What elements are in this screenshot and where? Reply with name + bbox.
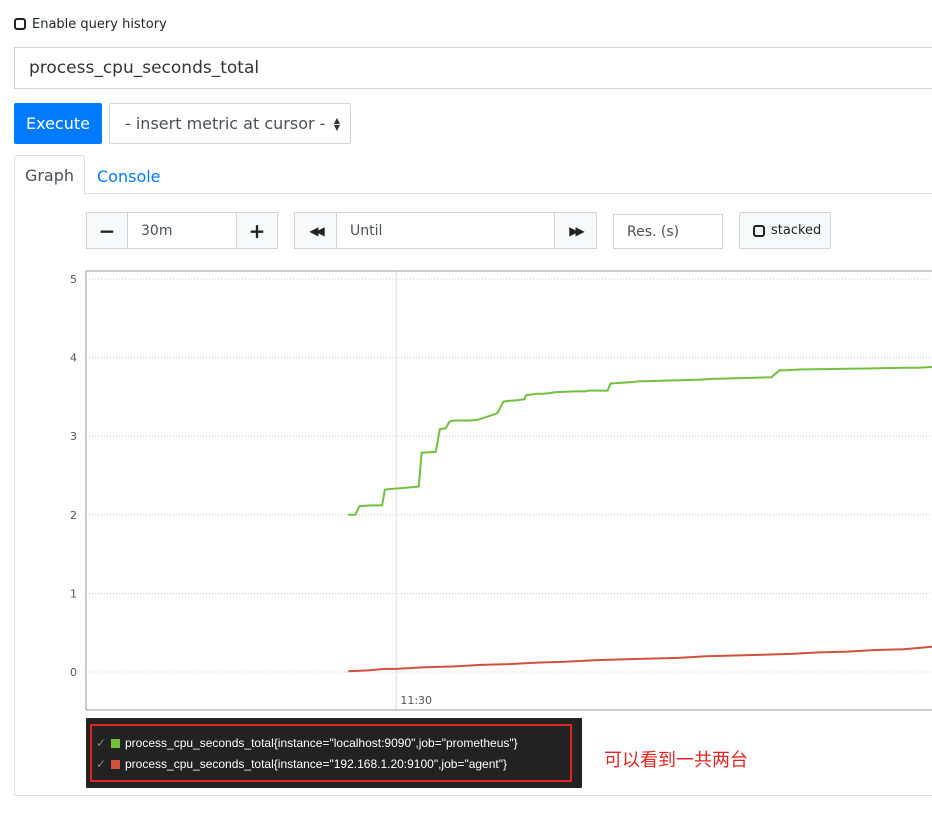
series-line-agent	[348, 645, 932, 673]
legend-item[interactable]: ✓ process_cpu_seconds_total{instance="lo…	[96, 735, 518, 751]
annotation-text: 可以看到一共两台	[604, 750, 748, 771]
chart-axes: 0 1 2 3 4 5 11:30	[70, 270, 932, 711]
y-tick-label: 4	[70, 352, 77, 365]
legend-swatch	[111, 738, 120, 748]
legend-swatch	[111, 759, 120, 769]
chart-grid	[86, 271, 932, 710]
y-tick-label: 1	[70, 587, 77, 600]
y-tick-label: 5	[70, 273, 77, 286]
check-icon: ✓	[96, 736, 107, 750]
x-tick-label: 11:30	[400, 694, 432, 707]
y-tick-label: 0	[70, 666, 77, 679]
check-icon: ✓	[96, 757, 107, 771]
graph-legend: ✓ process_cpu_seconds_total{instance="lo…	[86, 718, 582, 788]
legend-highlight-box	[90, 724, 572, 782]
legend-item[interactable]: ✓ process_cpu_seconds_total{instance="19…	[96, 756, 507, 772]
legend-label: process_cpu_seconds_total{instance="loca…	[125, 736, 518, 750]
graph-chart: 0 1 2 3 4 5 11:30	[70, 270, 932, 711]
legend-label: process_cpu_seconds_total{instance="192.…	[125, 757, 508, 771]
chart-series	[348, 366, 932, 673]
series-line-prometheus	[348, 366, 932, 516]
y-tick-label: 2	[70, 509, 77, 522]
y-tick-label: 3	[70, 430, 77, 443]
tab-graph[interactable]: Graph	[14, 155, 85, 195]
